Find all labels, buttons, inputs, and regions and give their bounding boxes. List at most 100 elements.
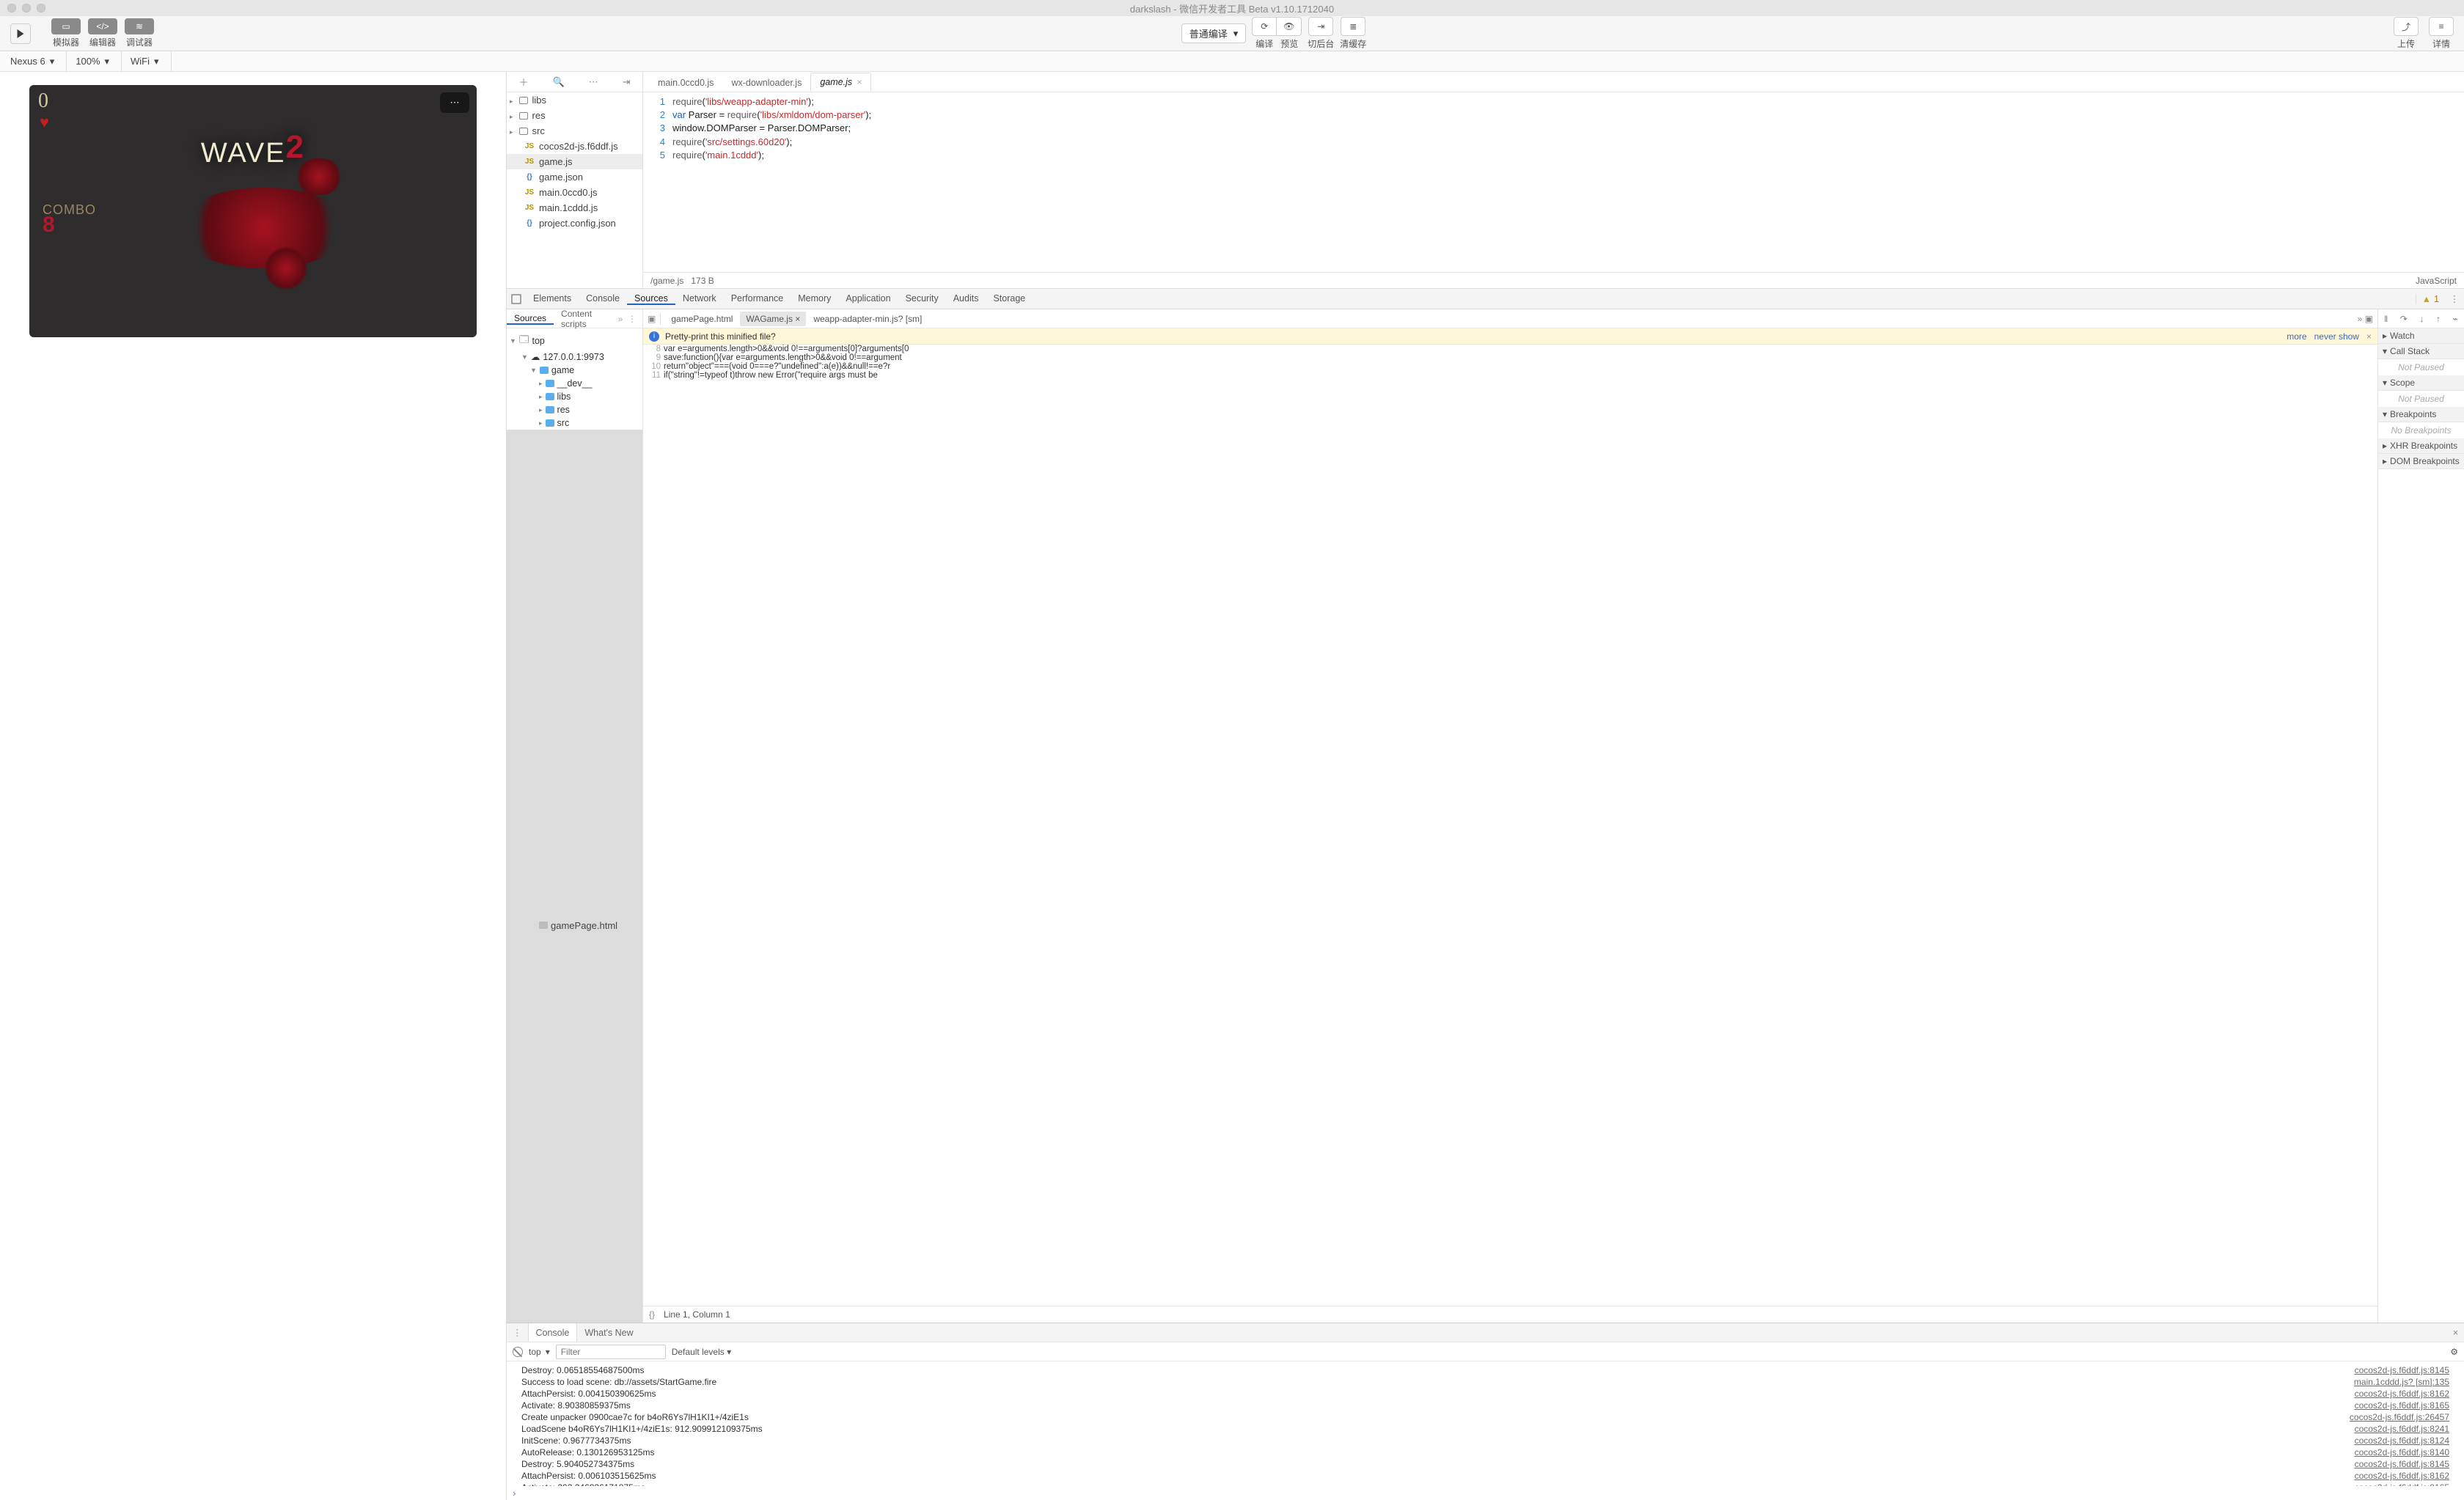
file-main.0ccd0.js[interactable]: JSmain.0ccd0.js: [507, 185, 642, 200]
deactivate-bp-icon[interactable]: ⌁: [2452, 314, 2457, 324]
file-project.config.json[interactable]: {}project.config.json: [507, 216, 642, 231]
devtools-tab-elements[interactable]: Elements: [526, 293, 579, 304]
more-icon[interactable]: ⋯: [589, 76, 598, 88]
whatsnew-tab[interactable]: What's New: [577, 1323, 640, 1342]
console-menu-icon[interactable]: ⋮: [507, 1327, 528, 1338]
log-levels-select[interactable]: Default levels ▾: [672, 1347, 731, 1357]
sources-tree-tab-content[interactable]: Content scripts: [554, 309, 612, 329]
debugger-toggle[interactable]: ≋调试器: [125, 18, 154, 48]
devtools-tab-sources[interactable]: Sources: [627, 293, 675, 305]
devtools-tab-security[interactable]: Security: [898, 293, 946, 304]
clear-console-icon[interactable]: [513, 1347, 523, 1357]
background-button[interactable]: ⇥切后台: [1308, 17, 1334, 50]
console-source-link[interactable]: cocos2d-js.f6ddf.js:8241: [2355, 1424, 2449, 1434]
file-main.1cddd.js[interactable]: JSmain.1cddd.js: [507, 200, 642, 216]
console-settings-icon[interactable]: ⚙: [2450, 1347, 2458, 1357]
devtools-tab-memory[interactable]: Memory: [791, 293, 838, 304]
clear-cache-button[interactable]: ≣清缓存: [1340, 17, 1366, 50]
xhr-bp-header[interactable]: ▸ XHR Breakpoints: [2378, 438, 2464, 454]
console-output[interactable]: Destroy: 0.06518554687500mscocos2d-js.f6…: [507, 1361, 2464, 1486]
console-context-select[interactable]: top ▾: [529, 1347, 550, 1357]
new-file-icon[interactable]: ＋: [518, 75, 528, 89]
pause-icon[interactable]: ‖: [2384, 314, 2388, 324]
minified-code-view[interactable]: 891011 var e=arguments.length>0&&void 0!…: [643, 345, 2377, 1306]
devtools-tab-audits[interactable]: Audits: [946, 293, 986, 304]
callstack-header[interactable]: ▾ Call Stack: [2378, 344, 2464, 359]
game-menu-button[interactable]: ⋯: [440, 92, 469, 113]
src-tab-weapp[interactable]: weapp-adapter-min.js? [sm]: [807, 312, 928, 326]
sidebar-toggle-icon[interactable]: ▣: [648, 314, 656, 324]
network-select[interactable]: WiFi ▾: [126, 51, 172, 71]
console-source-link[interactable]: cocos2d-js.f6ddf.js:8145: [2355, 1365, 2449, 1375]
pp-close[interactable]: ×: [2366, 331, 2372, 342]
file-cocos2d-js.f6ddf.js[interactable]: JScocos2d-js.f6ddf.js: [507, 139, 642, 154]
srcdir-src[interactable]: ▸src: [507, 416, 642, 430]
compile-mode-select[interactable]: 普通编译 ▾: [1181, 23, 1247, 43]
sources-file-tree[interactable]: ▼🗔top ▼☁127.0.0.1:9973 ▼game ▸__dev__▸li…: [507, 328, 642, 1323]
editor-tab-0[interactable]: main.0ccd0.js: [649, 74, 722, 92]
console-tab[interactable]: Console: [528, 1323, 578, 1342]
console-source-link[interactable]: cocos2d-js.f6ddf.js:8140: [2355, 1447, 2449, 1457]
src-selected-file[interactable]: gamePage.html: [551, 920, 617, 931]
console-source-link[interactable]: main.1cddd.js? [sm]:135: [2354, 1377, 2449, 1387]
close-icon[interactable]: ×: [857, 77, 862, 87]
file-game.js[interactable]: JSgame.js: [507, 154, 642, 169]
upload-button[interactable]: ⤴上传: [2394, 17, 2419, 50]
console-close-icon[interactable]: ×: [2447, 1328, 2464, 1338]
combo-banner: COMBO8: [43, 202, 96, 232]
devtools-tab-storage[interactable]: Storage: [986, 293, 1033, 304]
editor-toggle[interactable]: </>编辑器: [88, 18, 117, 48]
dom-bp-header[interactable]: ▸ DOM Breakpoints: [2378, 454, 2464, 469]
step-into-icon[interactable]: ↓: [2419, 314, 2424, 324]
src-tab-gamepage[interactable]: gamePage.html: [665, 312, 738, 326]
srcdir-libs[interactable]: ▸libs: [507, 390, 642, 403]
devtools-more-icon[interactable]: ⋮: [2445, 293, 2464, 304]
editor-tab-2[interactable]: game.js×: [810, 73, 871, 92]
editor-tab-1[interactable]: wx-downloader.js: [722, 74, 810, 92]
zoom-select[interactable]: 100% ▾: [71, 51, 122, 71]
console-filter-input[interactable]: [556, 1345, 666, 1359]
console-source-link[interactable]: cocos2d-js.f6ddf.js:8124: [2355, 1435, 2449, 1446]
console-source-link[interactable]: cocos2d-js.f6ddf.js:8165: [2355, 1400, 2449, 1411]
src-tab-wagame[interactable]: WAGame.js ×: [740, 312, 806, 326]
devtools-tab-performance[interactable]: Performance: [724, 293, 791, 304]
console-prompt[interactable]: ›: [507, 1486, 2464, 1500]
close-icon[interactable]: ×: [795, 314, 800, 324]
folder-src[interactable]: src: [507, 123, 642, 139]
watch-header[interactable]: ▸ Watch: [2378, 328, 2464, 344]
devtools-tab-application[interactable]: Application: [838, 293, 898, 304]
devtools-tab-network[interactable]: Network: [675, 293, 724, 304]
scope-header[interactable]: ▾ Scope: [2378, 375, 2464, 391]
inspect-icon[interactable]: [507, 294, 526, 304]
breakpoints-header[interactable]: ▾ Breakpoints: [2378, 407, 2464, 422]
warning-count[interactable]: ▲1: [2416, 294, 2445, 304]
device-select[interactable]: Nexus 6 ▾: [6, 51, 67, 71]
console-source-link[interactable]: cocos2d-js.f6ddf.js:26457: [2350, 1412, 2449, 1422]
file-game.json[interactable]: {}game.json: [507, 169, 642, 185]
srcdir-res[interactable]: ▸res: [507, 403, 642, 416]
folder-res[interactable]: res: [507, 108, 642, 123]
preview-button[interactable]: 👁预览: [1277, 17, 1302, 50]
step-out-icon[interactable]: ↑: [2436, 314, 2441, 324]
pp-never[interactable]: never show: [2314, 331, 2359, 342]
compile-button[interactable]: ⟳编译: [1252, 17, 1277, 50]
code-editor[interactable]: 12345 require('libs/weapp-adapter-min');…: [643, 92, 2464, 272]
console-source-link[interactable]: cocos2d-js.f6ddf.js:8162: [2355, 1471, 2449, 1481]
pretty-print-button[interactable]: {}: [649, 1309, 655, 1320]
src-more-tabs[interactable]: » ▣: [2358, 314, 2373, 324]
devtools-tab-console[interactable]: Console: [579, 293, 627, 304]
sources-tree-more[interactable]: » ⋮: [612, 314, 642, 324]
pp-more[interactable]: more: [2287, 331, 2306, 342]
search-icon[interactable]: 🔍: [552, 76, 564, 88]
step-over-icon[interactable]: ↷: [2400, 314, 2408, 324]
console-source-link[interactable]: cocos2d-js.f6ddf.js:8145: [2355, 1459, 2449, 1469]
collapse-icon[interactable]: ⇥: [623, 76, 631, 88]
console-source-link[interactable]: cocos2d-js.f6ddf.js:8162: [2355, 1389, 2449, 1399]
sources-tree-tab-sources[interactable]: Sources: [507, 313, 554, 325]
folder-libs[interactable]: libs: [507, 92, 642, 108]
console-panel: ⋮ Console What's New × top ▾ Default lev…: [507, 1323, 2464, 1500]
srcdir-__dev__[interactable]: ▸__dev__: [507, 377, 642, 390]
details-button[interactable]: ≡详情: [2429, 17, 2454, 50]
game-canvas[interactable]: 0 ♥ ⋯ WAVE2 COMBO8: [29, 85, 477, 337]
simulator-toggle[interactable]: ▭模拟器: [51, 18, 81, 48]
